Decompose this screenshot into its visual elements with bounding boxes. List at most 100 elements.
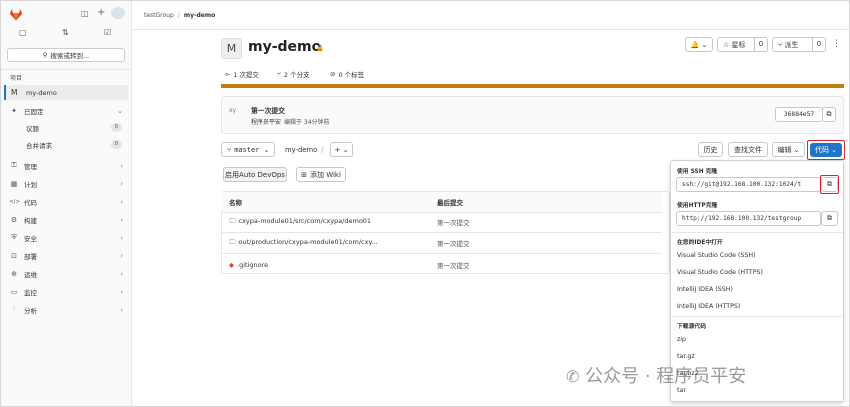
ide-item-intellij-ssh[interactable]: IntelliJ IDEA (SSH) xyxy=(677,286,733,293)
branch-selector[interactable]: ⑂ master ⌄ xyxy=(221,142,275,157)
sidebar-item-build[interactable]: ⚙ 构建 › xyxy=(4,212,128,227)
merge-requests-shortcut-icon[interactable]: ⇅ xyxy=(62,28,69,37)
edit-dropdown[interactable]: 编辑 ⌄ xyxy=(772,142,805,157)
enable-auto-devops-button[interactable]: 启用Auto DevOps xyxy=(223,167,287,182)
notification-button[interactable]: 🔔 ⌄ xyxy=(685,37,713,52)
copy-sha-button[interactable]: ⧉ xyxy=(822,107,836,122)
ssh-url-text: ssh://git@192.168.100.132:1024/t xyxy=(682,181,802,188)
sidebar-item-manage[interactable]: ⚿ 管理 › xyxy=(4,158,128,173)
sidebar-toggle-icon[interactable]: ◫ xyxy=(81,9,89,18)
search-icon: ⚲ xyxy=(42,51,48,59)
sidebar-item-deploy[interactable]: ⊡ 部署 › xyxy=(4,248,128,263)
path-separator: / xyxy=(321,146,324,154)
tags-count-label: 0 个标签 xyxy=(338,71,365,79)
tags-link[interactable]: ⊘ 0 个标签 xyxy=(330,69,364,79)
ide-item-vscode-ssh[interactable]: Visual Studio Code (SSH) xyxy=(677,252,756,259)
project-avatar: M xyxy=(221,38,242,59)
section-label: 项目 xyxy=(10,75,23,82)
sidebar-item-label: 构建 xyxy=(24,216,37,225)
project-title: my-demo xyxy=(248,39,322,55)
sidebar-project-name: my-demo xyxy=(26,88,57,97)
user-avatar[interactable] xyxy=(111,7,125,19)
deploy-icon: ⊡ xyxy=(11,251,17,260)
ide-item-intellij-https[interactable]: IntelliJ IDEA (HTTPS) xyxy=(677,303,740,310)
last-commit-link[interactable]: 第一次提交 xyxy=(437,260,470,270)
star-count: 0 xyxy=(754,38,767,51)
sidebar-project-item[interactable]: M my-demo xyxy=(4,85,128,100)
commit-icon: ⟜ xyxy=(225,69,231,78)
sidebar-item-monitor[interactable]: ▭ 监控 › xyxy=(4,284,128,299)
history-button[interactable]: 历史 xyxy=(698,142,723,157)
ssh-url-input[interactable]: ssh://git@192.168.100.132:1024/t xyxy=(676,177,821,192)
sidebar-item-security[interactable]: ⛨ 安全 › xyxy=(4,230,128,245)
sidebar-item-merge-requests[interactable]: 合并请求 0 xyxy=(4,137,128,152)
copy-icon: ⧉ xyxy=(827,214,832,222)
column-header-name: 名称 xyxy=(229,199,242,207)
sidebar-item-issues[interactable]: 议题 0 xyxy=(4,120,128,135)
commit-time: 编辑于 34分钟前 xyxy=(284,119,330,126)
gitignore-icon: ◆ xyxy=(229,260,234,269)
sidebar-item-pinned[interactable]: ✦ 已固定 ⌄ xyxy=(4,103,128,118)
star-button[interactable]: ☆ 星标 0 xyxy=(717,37,768,52)
table-row[interactable]: ◆ .gitignore 第一次提交 xyxy=(221,254,662,275)
copy-ssh-highlight xyxy=(820,175,839,194)
file-name-link[interactable]: cxypa-module01/src/com/cxypa/demo01 xyxy=(239,217,372,228)
copy-http-button[interactable]: ⧉ xyxy=(821,211,838,226)
find-file-button[interactable]: 查找文件 xyxy=(728,142,768,157)
branch-name: master xyxy=(234,145,260,154)
new-item-icon[interactable]: + xyxy=(97,7,105,18)
sidebar-item-label: 合并请求 xyxy=(26,141,52,150)
breadcrumb-project-link[interactable]: my-demo xyxy=(184,12,215,19)
file-name-link[interactable]: .gitignore xyxy=(237,261,268,269)
branch-icon: ⑂ xyxy=(277,70,281,78)
copy-icon: ⧉ xyxy=(826,110,832,118)
commit-meta: 程序员平安 编辑于 34分钟前 xyxy=(251,117,330,126)
search-button[interactable]: ⚲ 搜索或转到... xyxy=(7,48,125,62)
file-name-link[interactable]: out/production/cxypa-module01/com/cxy... xyxy=(239,238,378,249)
sidebar-item-analyze[interactable]: ⫶ 分析 › xyxy=(4,302,128,317)
divider xyxy=(1,69,132,70)
issues-shortcut-icon[interactable]: ▢ xyxy=(19,28,27,37)
code-dropdown-button[interactable]: 代码 ⌄ xyxy=(810,143,842,157)
star-label: ☆ 星标 xyxy=(723,40,746,49)
project-avatar-small: M xyxy=(11,88,18,97)
fork-button[interactable]: ⑂ 派生 0 xyxy=(772,37,826,52)
chevron-right-icon: › xyxy=(120,305,123,314)
table-row[interactable]: 🗀 cxypa-module01/src/com/cxypa/demo01 第一次… xyxy=(221,212,662,233)
ide-item-vscode-https[interactable]: Visual Studio Code (HTTPS) xyxy=(677,269,763,276)
commit-title-link[interactable]: 第一次提交 xyxy=(251,105,285,115)
repo-path-link[interactable]: my-demo xyxy=(285,146,317,154)
breadcrumb-group-link[interactable]: testGroup xyxy=(144,12,174,19)
sidebar-item-operate[interactable]: ⊕ 运维 › xyxy=(4,266,128,281)
sidebar-item-plan[interactable]: ▦ 计划 › xyxy=(4,176,128,191)
count-badge: 0 xyxy=(110,140,122,149)
table-row[interactable]: 🗀 out/production/cxypa-module01/com/cxy..… xyxy=(221,233,662,254)
sidebar-item-label: 监控 xyxy=(24,288,37,297)
commit-author-link[interactable]: 程序员平安 xyxy=(251,117,281,126)
http-url-input[interactable]: http://192.168.100.132/testgroup xyxy=(676,211,821,226)
branches-link[interactable]: ⑂ 2 个分支 xyxy=(277,69,310,79)
sidebar-item-code[interactable]: </> 代码 › xyxy=(4,194,128,209)
download-tar-gz[interactable]: tar.gz xyxy=(677,353,695,360)
shield-icon: ⛨ xyxy=(11,233,17,241)
more-actions-icon[interactable]: ⋮ xyxy=(832,39,841,49)
wechat-icon: ✆ xyxy=(566,367,580,386)
last-commit-link[interactable]: 第一次提交 xyxy=(437,217,470,227)
repo-path: my-demo / xyxy=(285,146,324,154)
add-wiki-button[interactable]: ⊞ 添加 Wiki xyxy=(296,167,346,182)
last-commit-link[interactable]: 第一次提交 xyxy=(437,238,470,248)
download-tar[interactable]: tar xyxy=(677,387,686,394)
gitlab-logo-icon[interactable] xyxy=(9,8,23,21)
breadcrumb-separator: / xyxy=(177,12,180,19)
todo-shortcut-icon[interactable]: ☑ xyxy=(104,28,111,37)
monitor-icon: ▭ xyxy=(10,287,18,296)
add-file-dropdown[interactable]: + ⌄ xyxy=(330,142,353,157)
commit-sha-button[interactable]: 36884e57 xyxy=(775,107,823,122)
commits-link[interactable]: ⟜ 1 次提交 xyxy=(225,69,259,80)
lock-icon: 🔒 xyxy=(316,44,325,52)
sidebar: ◫ + ▢ ⇅ ☑ ⚲ 搜索或转到... 项目 M my-demo ✦ 已固定 … xyxy=(1,1,132,406)
fork-count: 0 xyxy=(812,38,825,51)
chevron-right-icon: › xyxy=(120,251,123,260)
ide-heading: 在您的IDE中打开 xyxy=(677,240,723,246)
download-zip[interactable]: zip xyxy=(677,336,686,343)
